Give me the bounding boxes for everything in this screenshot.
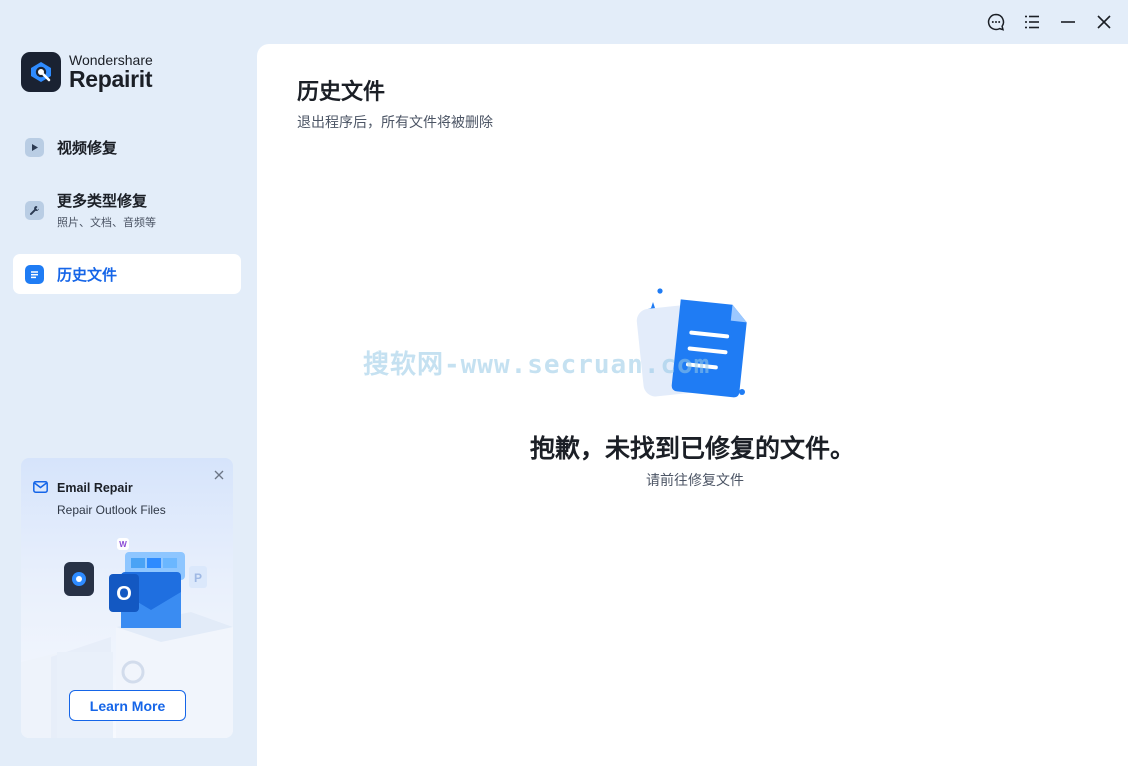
sidebar: Wondershare Repairit 视频修复 更多类型修复 照片、文档、音…	[0, 0, 257, 766]
brand-company: Wondershare	[69, 52, 153, 68]
email-repair-promo-card: Email Repair Repair Outlook Files O W P …	[21, 458, 233, 738]
sidebar-item-more-repair[interactable]: 更多类型修复 照片、文档、音频等	[13, 186, 241, 234]
main-panel: 历史文件 退出程序后，所有文件将被删除 抱歉，未找到已修复的文件。 请前往修复文…	[257, 44, 1128, 766]
promo-subtitle: Repair Outlook Files	[57, 503, 166, 517]
sidebar-item-label: 更多类型修复	[57, 192, 148, 210]
svg-text:P: P	[194, 571, 202, 585]
svg-text:O: O	[116, 583, 132, 605]
window-controls	[980, 8, 1120, 36]
page-title: 历史文件	[297, 80, 386, 105]
menu-icon[interactable]	[1016, 8, 1048, 36]
minimize-icon[interactable]	[1052, 8, 1084, 36]
play-icon	[25, 137, 44, 157]
close-icon[interactable]	[1088, 8, 1120, 36]
feedback-icon[interactable]	[980, 8, 1012, 36]
sidebar-item-video-repair[interactable]: 视频修复	[13, 127, 241, 167]
promo-title: Email Repair	[57, 480, 133, 495]
sidebar-item-sublabel: 照片、文档、音频等	[57, 216, 156, 229]
wrench-icon	[25, 200, 44, 220]
file-list-icon	[25, 264, 44, 284]
sidebar-item-label: 视频修复	[57, 138, 118, 157]
repairit-logo-icon	[21, 52, 61, 92]
watermark-text: 搜软网-www.secruan.com	[363, 350, 711, 380]
brand-product: Repairit	[69, 66, 153, 92]
sidebar-item-history-files[interactable]: 历史文件	[13, 254, 241, 294]
svg-text:W: W	[119, 540, 127, 549]
close-icon[interactable]	[213, 466, 225, 480]
page-subtitle: 退出程序后，所有文件将被删除	[297, 115, 493, 131]
empty-state-title: 抱歉，未找到已修复的文件。	[529, 434, 855, 463]
learn-more-button[interactable]: Learn More	[69, 690, 186, 721]
empty-state-link[interactable]: 请前往修复文件	[257, 470, 1128, 490]
brand: Wondershare Repairit	[21, 52, 153, 92]
mail-icon	[33, 478, 48, 497]
sidebar-item-label: 历史文件	[57, 265, 118, 284]
